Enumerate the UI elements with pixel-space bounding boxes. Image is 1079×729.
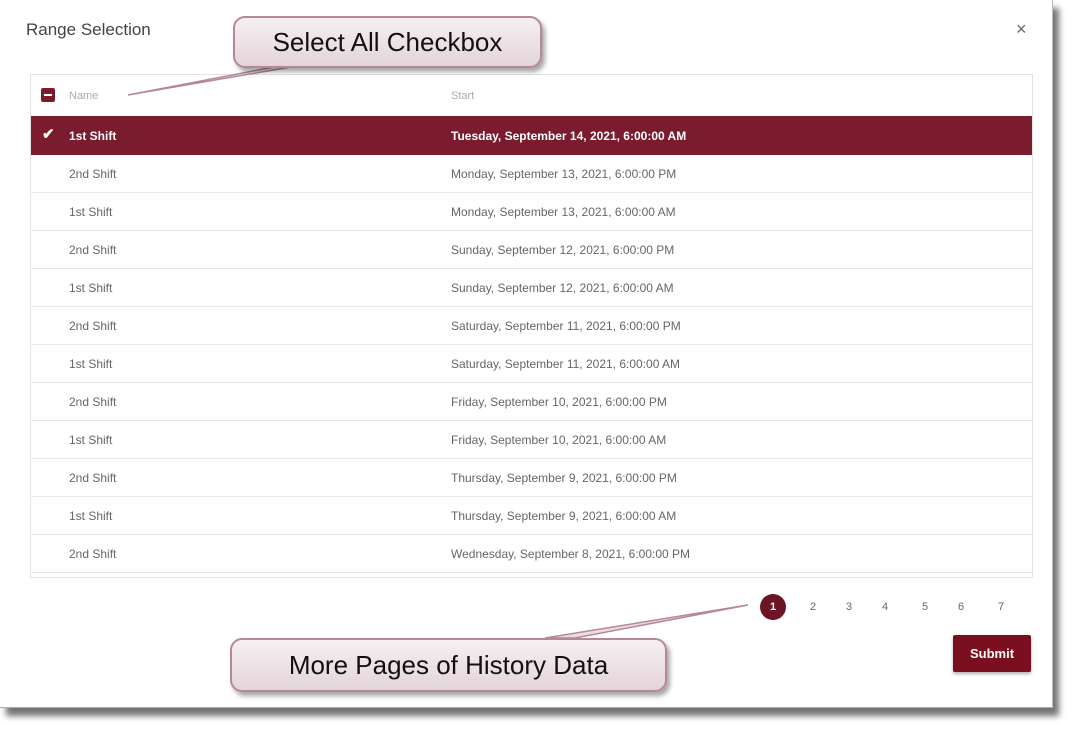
row-name: 2nd Shift bbox=[69, 471, 117, 485]
row-name: 2nd Shift bbox=[69, 319, 117, 333]
row-start: Thursday, September 9, 2021, 6:00:00 AM bbox=[451, 509, 677, 523]
row-start: Tuesday, September 14, 2021, 6:00:00 AM bbox=[451, 129, 687, 143]
row-name: 2nd Shift bbox=[69, 243, 117, 257]
more-pages-callout: More Pages of History Data bbox=[230, 638, 667, 692]
row-start: Friday, September 10, 2021, 6:00:00 AM bbox=[451, 433, 667, 447]
row-start: Saturday, September 11, 2021, 6:00:00 PM bbox=[451, 319, 681, 333]
select-all-callout: Select All Checkbox bbox=[233, 16, 542, 68]
row-start: Thursday, September 9, 2021, 6:00:00 PM bbox=[451, 471, 677, 485]
check-icon: ✔ bbox=[42, 126, 55, 143]
close-icon[interactable]: × bbox=[1016, 19, 1027, 39]
row-name: 1st Shift bbox=[69, 433, 113, 447]
table-row[interactable]: 2nd Shift Saturday, September 11, 2021, 6… bbox=[31, 306, 1032, 345]
row-start: Sunday, September 12, 2021, 6:00:00 AM bbox=[451, 281, 674, 295]
submit-button[interactable]: Submit bbox=[953, 635, 1031, 672]
row-name: 1st Shift bbox=[69, 205, 113, 219]
page-4-button[interactable]: 4 bbox=[872, 594, 898, 620]
table-row[interactable]: 1st Shift Sunday, September 12, 2021, 6:0… bbox=[31, 268, 1032, 307]
row-name: 2nd Shift bbox=[69, 395, 117, 409]
row-start: Friday, September 10, 2021, 6:00:00 PM bbox=[451, 395, 667, 409]
page-6-button[interactable]: 6 bbox=[948, 594, 974, 620]
table-header: Name Start bbox=[31, 75, 1032, 117]
table-row[interactable]: 1st Shift Monday, September 13, 2021, 6:0… bbox=[31, 192, 1032, 231]
table-row[interactable]: 2nd Shift Thursday, September 9, 2021, 6:… bbox=[31, 458, 1032, 497]
row-start: Saturday, September 11, 2021, 6:00:00 AM bbox=[451, 357, 681, 371]
table-row[interactable]: ✔ 1st Shift Tuesday, September 14, 2021, 6… bbox=[31, 116, 1032, 155]
row-name: 1st Shift bbox=[69, 509, 113, 523]
row-start: Wednesday, September 8, 2021, 6:00:00 PM bbox=[451, 547, 691, 561]
dialog-title: Range Selection bbox=[26, 20, 151, 39]
row-start: Monday, September 13, 2021, 6:00:00 PM bbox=[451, 167, 677, 181]
row-start: Monday, September 13, 2021, 6:00:00 AM bbox=[451, 205, 676, 219]
range-selection-dialog: Range Selection × Name Start ✔ 1st Shift T… bbox=[0, 0, 1053, 708]
range-table: Name Start ✔ 1st Shift Tuesday, September … bbox=[30, 74, 1033, 578]
table-row[interactable]: 1st Shift Saturday, September 11, 2021, 6… bbox=[31, 344, 1032, 383]
table-row[interactable]: 2nd Shift Friday, September 10, 2021, 6:0… bbox=[31, 382, 1032, 421]
table-row[interactable]: 1st Shift Friday, September 10, 2021, 6:0… bbox=[31, 420, 1032, 459]
page-1-button[interactable]: 1 bbox=[760, 594, 786, 620]
page-2-button[interactable]: 2 bbox=[800, 594, 826, 620]
page-5-button[interactable]: 5 bbox=[912, 594, 938, 620]
row-name: 2nd Shift bbox=[69, 547, 117, 561]
row-start: Sunday, September 12, 2021, 6:00:00 PM bbox=[451, 243, 675, 257]
page-7-button[interactable]: 7 bbox=[988, 594, 1014, 620]
row-name: 1st Shift bbox=[69, 281, 113, 295]
page-3-button[interactable]: 3 bbox=[836, 594, 862, 620]
table-row[interactable]: 1st Shift Thursday, September 9, 2021, 6:… bbox=[31, 496, 1032, 535]
column-header-name[interactable]: Name bbox=[69, 90, 98, 102]
row-name: 1st Shift bbox=[69, 357, 113, 371]
select-all-checkbox[interactable] bbox=[41, 88, 55, 102]
table-row[interactable]: 2nd Shift Sunday, September 12, 2021, 6:0… bbox=[31, 230, 1032, 269]
column-header-start[interactable]: Start bbox=[451, 90, 474, 102]
table-row[interactable]: 2nd Shift Monday, September 13, 2021, 6:0… bbox=[31, 154, 1032, 193]
row-name: 2nd Shift bbox=[69, 167, 117, 181]
table-row[interactable]: 2nd Shift Wednesday, September 8, 2021, 6… bbox=[31, 534, 1032, 573]
row-name: 1st Shift bbox=[69, 129, 117, 143]
